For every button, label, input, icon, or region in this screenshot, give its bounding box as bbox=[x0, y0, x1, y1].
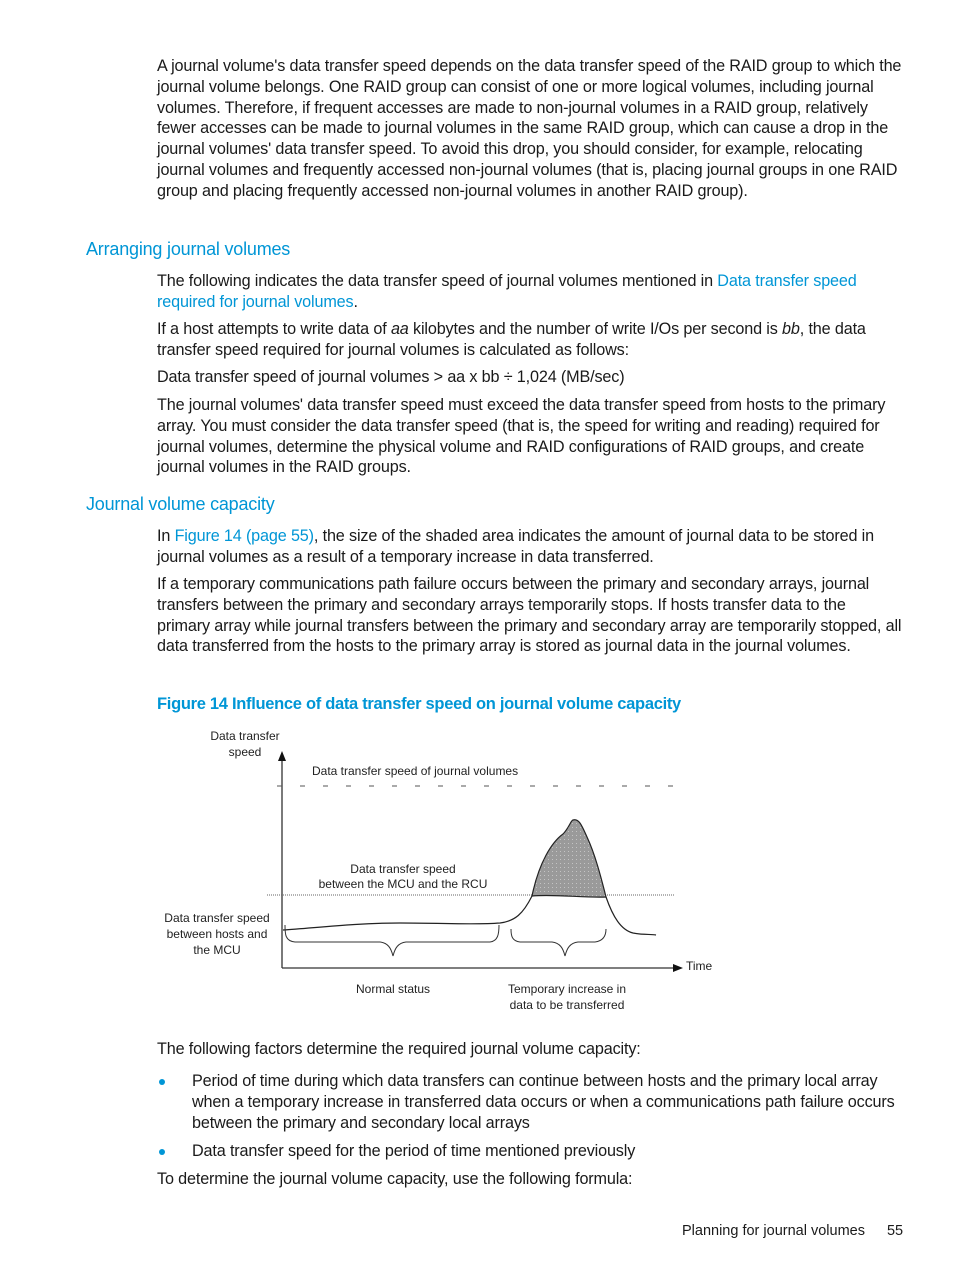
mcu-rcu-label-line2: between the MCU and the RCU bbox=[319, 877, 488, 891]
normal-status-label: Normal status bbox=[356, 982, 430, 996]
page-footer: Planning for journal volumes 55 bbox=[682, 1223, 903, 1239]
capacity-paragraph-2: If a temporary communications path failu… bbox=[157, 575, 902, 656]
arranging-paragraph-3: The journal volumes' data transfer speed… bbox=[157, 396, 886, 477]
intro-paragraph: A journal volume's data transfer speed d… bbox=[157, 57, 902, 200]
text: In bbox=[157, 527, 175, 545]
host-speed-curve-normal bbox=[282, 895, 533, 931]
hosts-label-line3: the MCU bbox=[193, 943, 240, 957]
hosts-label-line1: Data transfer speed bbox=[164, 911, 269, 925]
y-axis-label-line1: Data transfer bbox=[210, 729, 279, 743]
mcu-rcu-label-line1: Data transfer speed bbox=[350, 862, 455, 876]
var-bb: bb bbox=[782, 320, 800, 338]
text: The following indicates the data transfe… bbox=[157, 272, 718, 290]
arranging-paragraph-1: The following indicates the data transfe… bbox=[157, 271, 902, 313]
factors-outro: To determine the journal volume capacity… bbox=[157, 1170, 633, 1188]
figure-14-diagram: Data transfer speed Time Data transfer s… bbox=[164, 729, 713, 1012]
bullet-icon bbox=[159, 1079, 165, 1085]
arranging-paragraph-2: If a host attempts to write data of aa k… bbox=[157, 319, 902, 361]
x-axis-label: Time bbox=[686, 959, 713, 973]
increase-label-line2: data to be transferred bbox=[510, 998, 625, 1012]
normal-status-brace bbox=[284, 924, 500, 957]
heading-arranging-journal-volumes: Arranging journal volumes bbox=[86, 239, 291, 259]
factors-intro: The following factors determine the requ… bbox=[157, 1040, 641, 1058]
text: kilobytes and the number of write I/Os p… bbox=[408, 320, 783, 338]
formula-journal-speed: Data transfer speed of journal volumes >… bbox=[157, 368, 625, 386]
capacity-paragraph-1: In Figure 14 (page 55), the size of the … bbox=[157, 526, 902, 568]
page-number: 55 bbox=[886, 1223, 904, 1239]
x-axis-arrow-icon bbox=[673, 964, 683, 972]
factor-text: Data transfer speed for the period of ti… bbox=[192, 1142, 636, 1160]
link-figure-14[interactable]: Figure 14 (page 55) bbox=[175, 527, 314, 545]
increase-label-line1: Temporary increase in bbox=[508, 982, 626, 996]
y-axis-label-line2: speed bbox=[229, 745, 262, 759]
y-axis-arrow-icon bbox=[278, 751, 286, 761]
hosts-label-line2: between hosts and bbox=[167, 927, 268, 941]
bullet-icon bbox=[159, 1149, 165, 1155]
shaded-journal-data-area bbox=[531, 819, 607, 898]
text: . bbox=[353, 292, 358, 311]
host-speed-curve-tail bbox=[605, 896, 657, 936]
temporary-increase-brace bbox=[510, 928, 607, 957]
var-aa: aa bbox=[390, 320, 409, 338]
text: If a host attempts to write data of bbox=[157, 320, 391, 338]
factor-text: Period of time during which data transfe… bbox=[192, 1072, 895, 1132]
heading-journal-volume-capacity: Journal volume capacity bbox=[86, 494, 275, 514]
journal-line-label: Data transfer speed of journal volumes bbox=[312, 764, 518, 778]
figure-caption: Figure 14 Influence of data transfer spe… bbox=[157, 695, 681, 713]
footer-section-title: Planning for journal volumes bbox=[682, 1223, 865, 1239]
